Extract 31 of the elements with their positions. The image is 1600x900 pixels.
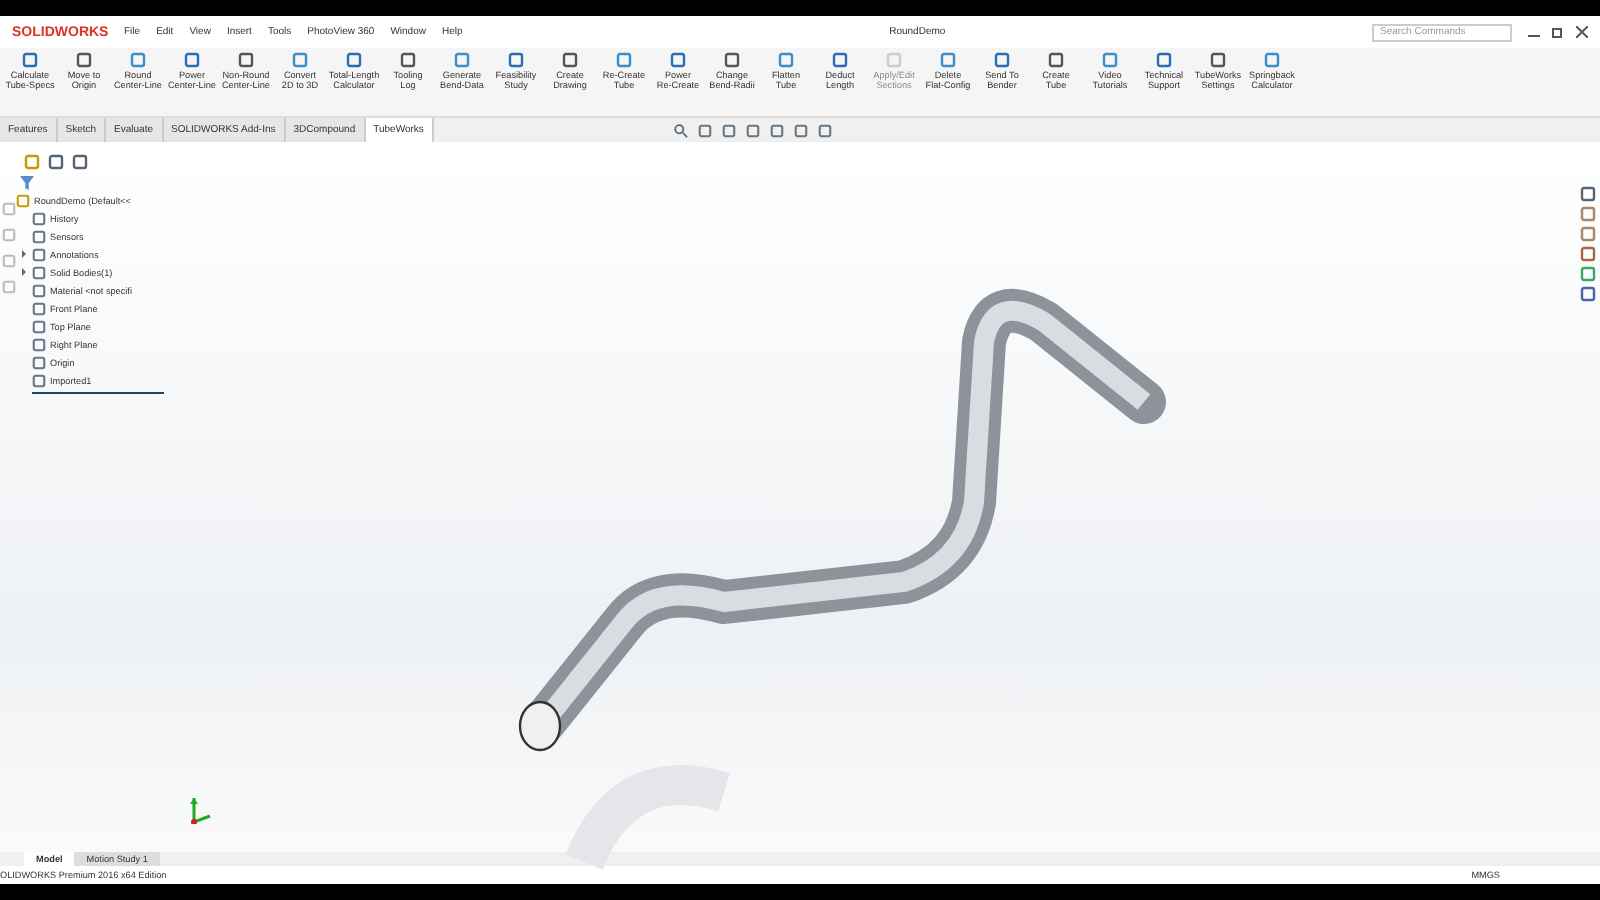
tool-icon bbox=[832, 52, 848, 68]
tool-icon bbox=[886, 52, 902, 68]
tool-icon bbox=[454, 52, 470, 68]
tool-icon bbox=[292, 52, 308, 68]
tool-icon bbox=[616, 52, 632, 68]
tool-icon bbox=[562, 52, 578, 68]
tool-icon bbox=[670, 52, 686, 68]
close-icon[interactable] bbox=[1575, 26, 1588, 38]
tool-icon bbox=[1048, 52, 1064, 68]
tool-icon bbox=[994, 52, 1010, 68]
expand-arrow-icon[interactable] bbox=[20, 250, 28, 258]
tool-icon bbox=[22, 52, 38, 68]
tool-icon bbox=[238, 52, 254, 68]
tool-icon bbox=[724, 52, 740, 68]
tool-icon bbox=[346, 52, 362, 68]
tool-icon bbox=[400, 52, 416, 68]
expand-arrow-icon[interactable] bbox=[20, 268, 28, 276]
tool-icon bbox=[76, 52, 92, 68]
tool-icon bbox=[1156, 52, 1172, 68]
tool-icon bbox=[778, 52, 794, 68]
tool-icon bbox=[1210, 52, 1226, 68]
tool-icon bbox=[1264, 52, 1280, 68]
filter-icon[interactable] bbox=[20, 176, 34, 190]
tool-icon bbox=[508, 52, 524, 68]
tool-icon bbox=[1102, 52, 1118, 68]
search-icon[interactable] bbox=[673, 123, 688, 137]
tool-icon bbox=[940, 52, 956, 68]
tool-icon bbox=[130, 52, 146, 68]
restore-icon[interactable] bbox=[1551, 26, 1564, 38]
tool-icon bbox=[184, 52, 200, 68]
axis-triad-icon bbox=[188, 792, 212, 824]
